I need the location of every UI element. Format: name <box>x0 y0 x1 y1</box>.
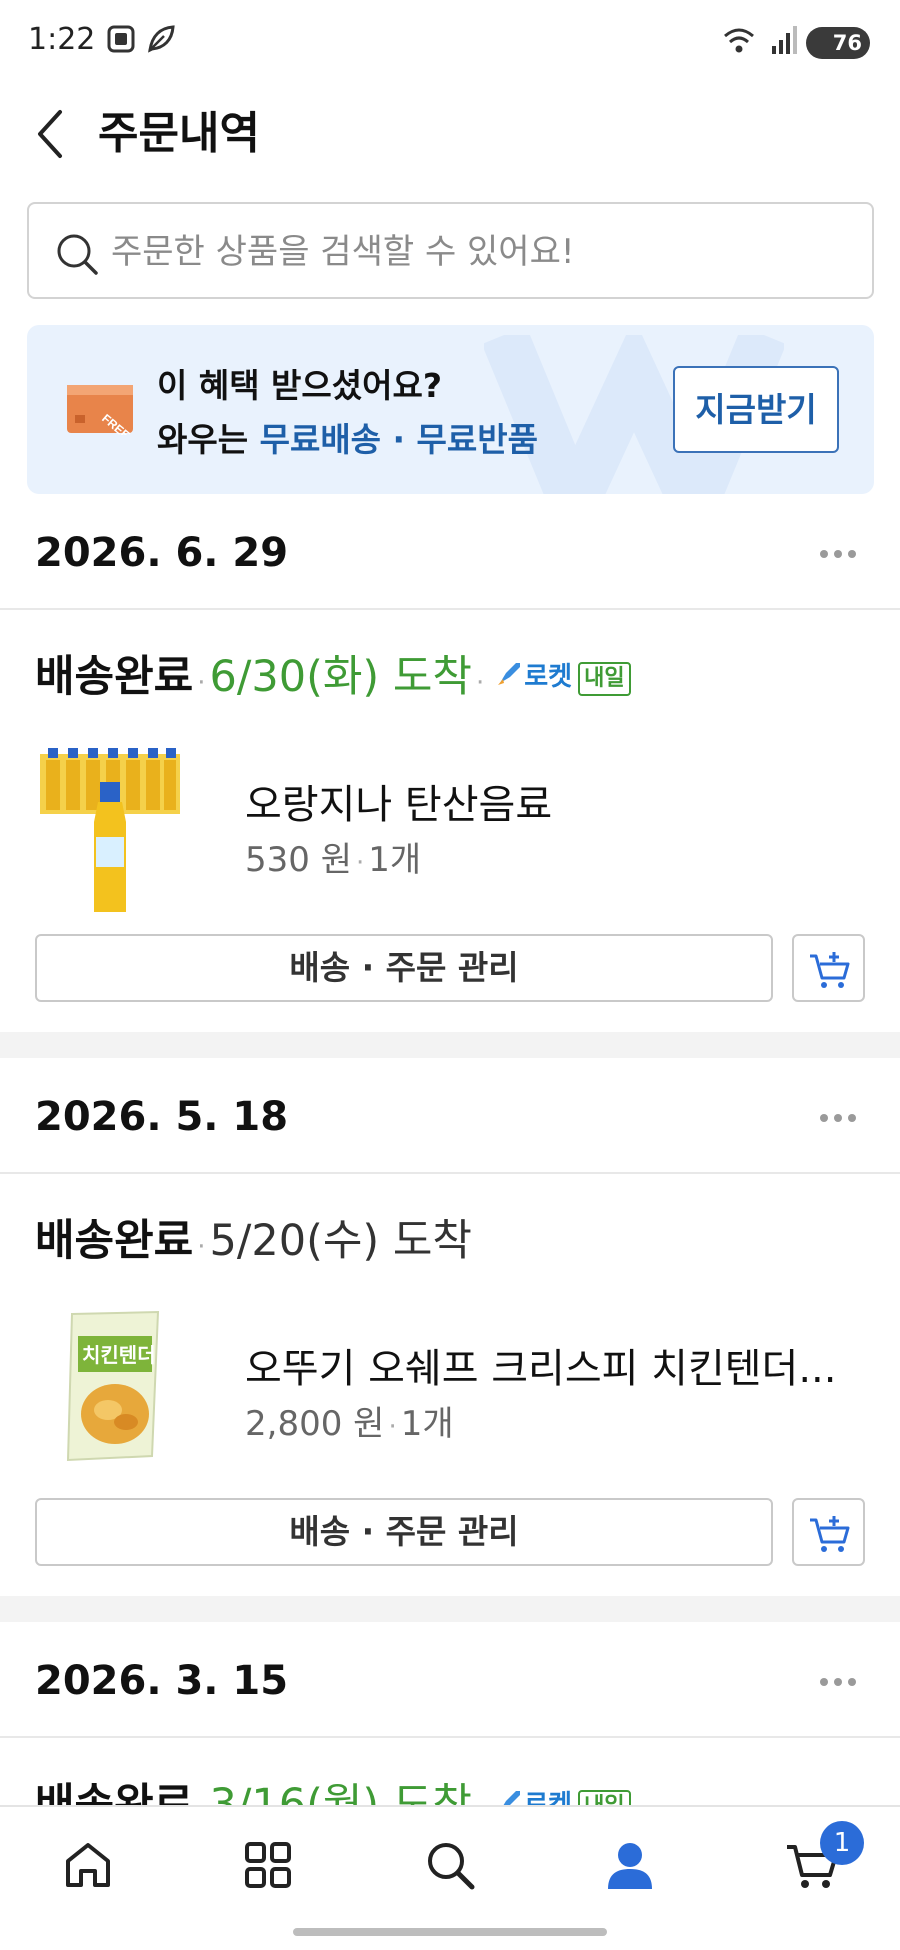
order-date: 2026. 6. 29 <box>35 530 289 576</box>
signal-icon <box>770 24 800 60</box>
wifi-icon <box>722 24 758 60</box>
rocket-icon <box>498 663 521 685</box>
arrival-date: 6/30(화) 도착 <box>209 652 472 702</box>
section-separator <box>0 1596 900 1622</box>
order-date: 2026. 3. 15 <box>35 1658 289 1704</box>
cart-count-badge: 1 <box>820 1821 864 1865</box>
arrival-date: 3/16(월) 도착 <box>209 1780 472 1805</box>
delivery-status: 배송완료 <box>35 1216 194 1266</box>
order-group: 2026. 3. 15 배송완료·3/16(월) 도착·로켓내일 <box>0 1640 900 1805</box>
battery-indicator: 76 <box>806 27 870 59</box>
search-icon <box>57 234 98 275</box>
cart-plus-icon <box>810 952 850 988</box>
order-date-row: 2026. 6. 29 <box>0 512 900 608</box>
profile-icon <box>608 1843 652 1889</box>
rocket-delivery-badge: 로켓내일 <box>494 656 631 696</box>
cart-plus-icon <box>810 1516 850 1552</box>
add-to-cart-button[interactable] <box>792 1498 865 1566</box>
nav-home[interactable] <box>60 1837 120 1897</box>
promo-subtitle-highlight: 무료배송 · 무료반품 <box>259 420 538 459</box>
delivery-status: 배송완료 <box>35 652 194 702</box>
svg-text:치킨텐더: 치킨텐더 <box>82 1343 156 1367</box>
order-manage-button[interactable]: 배송 · 주문 관리 <box>35 934 773 1002</box>
more-options-button[interactable] <box>820 1106 860 1130</box>
delivery-status-row: 배송완료·3/16(월) 도착·로켓내일 <box>35 1770 631 1805</box>
promo-subtitle: 와우는 무료배송 · 무료반품 <box>157 413 538 461</box>
nav-categories[interactable] <box>240 1837 300 1897</box>
search-icon <box>428 1843 475 1890</box>
product-image[interactable] <box>40 742 180 912</box>
delivery-status-row: 배송완료 ·5/20(수) 도착 <box>35 1216 472 1266</box>
product-name[interactable]: 오랑지나 탄산음료 <box>245 772 552 830</box>
product-price: 530 원 <box>245 840 352 880</box>
free-badge: FREE <box>67 385 135 442</box>
order-date-row: 2026. 5. 18 <box>0 1076 900 1172</box>
nav-search[interactable] <box>422 1837 482 1897</box>
order-date-row: 2026. 3. 15 <box>0 1640 900 1736</box>
product-meta: 530 원 · 1개 <box>245 840 422 880</box>
rocket-tomorrow-tag: 내일 <box>578 662 631 696</box>
divider <box>0 1172 900 1174</box>
rocket-delivery-badge: 로켓내일 <box>494 1784 631 1805</box>
chevron-left-icon <box>38 110 62 158</box>
order-date: 2026. 5. 18 <box>35 1094 289 1140</box>
search-input[interactable] <box>109 222 849 282</box>
nav-profile[interactable] <box>602 1837 662 1897</box>
product-meta: 2,800 원 · 1개 <box>245 1404 454 1444</box>
page-title: 주문내역 <box>98 108 260 159</box>
order-group: 2026. 5. 18 배송완료 ·5/20(수) 도착 치킨텐더 오뚜기 오쉐프… <box>0 1076 900 1596</box>
divider <box>0 608 900 610</box>
product-price: 2,800 원 <box>245 1404 385 1444</box>
divider <box>0 1736 900 1738</box>
product-name[interactable]: 오뚜기 오쉐프 크리스피 치킨텐더... <box>245 1336 837 1394</box>
search-box[interactable] <box>27 202 874 299</box>
back-button[interactable] <box>30 104 74 164</box>
rocket-tomorrow-tag: 내일 <box>578 1790 631 1805</box>
screenshot-icon <box>106 24 136 58</box>
product-image[interactable]: 치킨텐더 <box>40 1306 180 1466</box>
categories-icon <box>245 1842 291 1888</box>
product-quantity: 1개 <box>368 840 422 880</box>
delivery-status-row: 배송완료 ·6/30(화) 도착 · 로켓 내일 <box>35 642 631 702</box>
free-delivery-icon: FREE <box>67 385 133 442</box>
home-indicator <box>293 1928 607 1936</box>
home-icon <box>66 1843 110 1887</box>
add-to-cart-button[interactable] <box>792 934 865 1002</box>
product-quantity: 1개 <box>400 1404 454 1444</box>
order-manage-button[interactable]: 배송 · 주문 관리 <box>35 1498 773 1566</box>
status-time: 1:22 <box>28 22 96 57</box>
delivery-status: 배송완료 <box>35 1780 194 1805</box>
section-separator <box>0 1032 900 1058</box>
header: 주문내역 <box>0 84 900 184</box>
promo-subtitle-prefix: 와우는 <box>157 420 249 459</box>
promo-banner[interactable]: FREE 이 혜택 받으셨어요? 와우는 무료배송 · 무료반품 지금받기 <box>27 325 874 494</box>
chicken-tender-package-image: 치킨텐더 <box>66 1310 160 1462</box>
leaf-icon <box>146 24 176 58</box>
promo-title: 이 혜택 받으셨어요? <box>157 366 443 405</box>
more-options-button[interactable] <box>820 542 860 566</box>
soda-bottles-image <box>40 748 180 912</box>
status-bar: 1:22 76 <box>0 0 900 84</box>
more-options-button[interactable] <box>820 1670 860 1694</box>
claim-benefit-button[interactable]: 지금받기 <box>673 366 839 453</box>
order-group: 2026. 6. 29 배송완료 ·6/30(화) 도착 · 로켓 내일 오랑지나 탄산… <box>0 512 900 1032</box>
rocket-icon <box>503 1791 521 1805</box>
arrival-date: 5/20(수) 도착 <box>209 1216 472 1266</box>
